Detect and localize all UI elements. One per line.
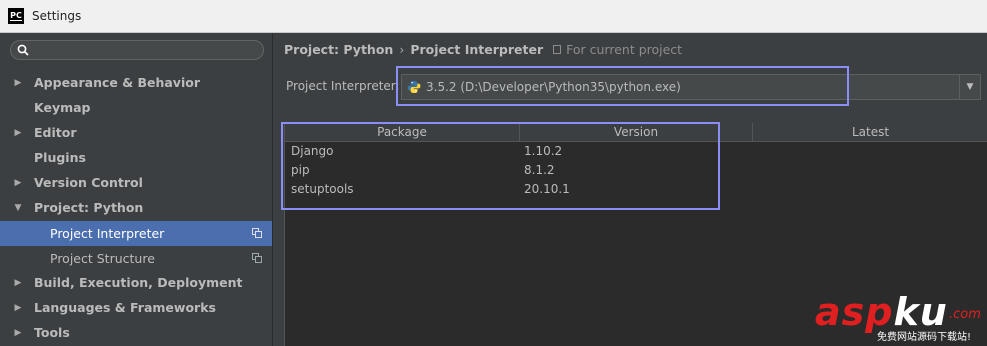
watermark-logo: aspku <box>815 290 948 334</box>
sidebar-item-project-interpreter[interactable]: Project Interpreter <box>0 221 272 246</box>
sidebar-item-label: Build, Execution, Deployment <box>34 275 243 290</box>
sidebar-item-label: Project Interpreter <box>50 226 165 241</box>
sidebar-item-label: Project: Python <box>34 200 144 215</box>
breadcrumb-current: Project Interpreter <box>410 42 544 57</box>
search-icon <box>17 44 29 56</box>
scope-note: For current project <box>553 42 682 57</box>
expand-arrow-icon[interactable]: ▶ <box>0 278 34 288</box>
sidebar-item-languages-frameworks[interactable]: ▶ Languages & Frameworks <box>0 295 272 320</box>
settings-sidebar: ▶ Appearance & Behavior ▶ Keymap ▶ Edito… <box>0 33 273 346</box>
package-name-cell: pip <box>291 163 310 177</box>
site-watermark: aspku .com 免费网站源码下载站! <box>815 292 985 344</box>
window-titlebar: PC Settings <box>0 0 987 33</box>
python-icon <box>407 81 421 93</box>
package-version-cell: 20.10.1 <box>524 182 570 196</box>
sidebar-item-label: Plugins <box>34 150 86 165</box>
expand-arrow-icon[interactable]: ▶ <box>0 303 34 313</box>
sidebar-item-project-structure[interactable]: Project Structure <box>0 246 272 271</box>
sidebar-item-keymap[interactable]: ▶ Keymap <box>0 95 272 120</box>
interpreter-dropdown[interactable]: 3.5.2 (D:\Developer\Python35\python.exe)… <box>401 74 981 100</box>
table-row[interactable]: setuptools 20.10.1 <box>285 180 987 199</box>
watermark-tagline: 免费网站源码下载站! <box>877 332 972 343</box>
sidebar-item-label: Languages & Frameworks <box>34 300 216 315</box>
breadcrumb: Project: Python › Project Interpreter Fo… <box>284 42 682 57</box>
sidebar-item-version-control[interactable]: ▶ Version Control <box>0 170 272 195</box>
pycharm-app-icon: PC <box>8 8 24 24</box>
expand-arrow-icon[interactable]: ▶ <box>0 128 34 138</box>
sidebar-item-label: Editor <box>34 125 77 140</box>
sidebar-item-tools[interactable]: ▶ Tools <box>0 320 272 345</box>
column-header-version[interactable]: Version <box>520 123 753 141</box>
sidebar-item-label: Appearance & Behavior <box>34 75 200 90</box>
breadcrumb-parent[interactable]: Project: Python <box>284 42 393 57</box>
table-row[interactable]: Django 1.10.2 <box>285 142 987 161</box>
package-version-cell: 8.1.2 <box>524 163 555 177</box>
sidebar-item-label: Version Control <box>34 175 143 190</box>
sidebar-item-label: Keymap <box>34 100 91 115</box>
expand-arrow-icon[interactable]: ▶ <box>0 328 34 338</box>
interpreter-label: Project Interpreter: <box>286 79 400 93</box>
breadcrumb-separator: › <box>399 42 405 57</box>
watermark-suffix: .com <box>949 307 981 322</box>
expand-arrow-icon[interactable]: ▶ <box>0 178 34 188</box>
package-name-cell: Django <box>291 144 334 158</box>
scope-note-text: For current project <box>566 42 683 57</box>
window-title: Settings <box>32 9 82 23</box>
package-version-cell: 1.10.2 <box>524 144 563 158</box>
column-header-package[interactable]: Package <box>285 123 520 141</box>
expand-arrow-icon[interactable]: ▶ <box>0 78 34 88</box>
sidebar-item-plugins[interactable]: ▶ Plugins <box>0 145 272 170</box>
sidebar-item-project-python[interactable]: ▼ Project: Python <box>0 195 272 220</box>
dropdown-arrow-icon[interactable]: ▼ <box>959 75 980 99</box>
sidebar-item-editor[interactable]: ▶ Editor <box>0 120 272 145</box>
sidebar-item-build-execution-deployment[interactable]: ▶ Build, Execution, Deployment <box>0 270 272 295</box>
column-header-latest[interactable]: Latest <box>753 123 987 141</box>
interpreter-value: 3.5.2 (D:\Developer\Python35\python.exe) <box>426 80 681 94</box>
project-scope-icon <box>252 228 262 238</box>
sidebar-item-label: Project Structure <box>50 251 155 266</box>
table-header: Package Version Latest <box>285 123 987 142</box>
sidebar-item-appearance-behavior[interactable]: ▶ Appearance & Behavior <box>0 70 272 95</box>
collapse-arrow-icon[interactable]: ▼ <box>0 203 34 213</box>
project-scope-icon <box>553 45 562 54</box>
search-input[interactable] <box>10 40 264 60</box>
table-row[interactable]: pip 8.1.2 <box>285 161 987 180</box>
package-name-cell: setuptools <box>291 182 354 196</box>
sidebar-item-label: Tools <box>34 325 70 340</box>
project-scope-icon <box>252 253 262 263</box>
